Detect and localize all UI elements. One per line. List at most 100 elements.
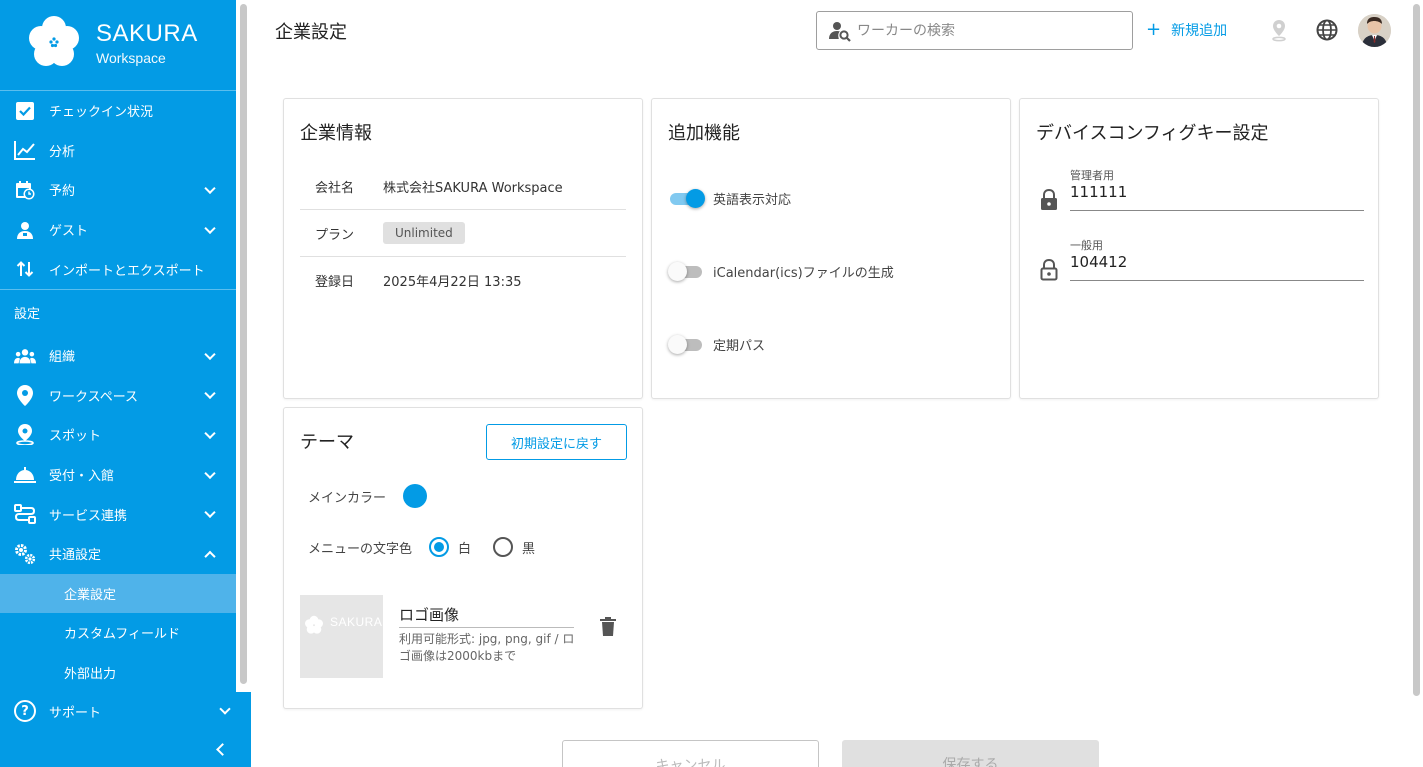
add-new-button[interactable]: + 新規追加 bbox=[1146, 20, 1227, 40]
company-name-value: 株式会社SAKURA Workspace bbox=[383, 180, 563, 196]
icalendar-setting: iCalendar(ics)ファイルの生成 bbox=[668, 261, 894, 281]
scrollbar-thumb[interactable] bbox=[240, 4, 247, 684]
logo-image-title: ロゴ画像 bbox=[399, 606, 460, 624]
admin-key-field[interactable]: 管理者用 111111 bbox=[1036, 167, 1364, 225]
chevron-down-icon bbox=[204, 506, 216, 519]
globe-icon[interactable] bbox=[1315, 18, 1339, 42]
chevron-down-icon bbox=[204, 182, 216, 195]
person-search-icon bbox=[829, 21, 851, 42]
sidebar-subitem-company-settings[interactable]: 企業設定 bbox=[0, 573, 236, 614]
toggle-label: iCalendar(ics)ファイルの生成 bbox=[713, 265, 894, 281]
chevron-down-icon bbox=[204, 467, 216, 479]
chevron-down-icon bbox=[204, 388, 216, 400]
brand-sub: Workspace bbox=[96, 50, 166, 66]
reception-bell-icon bbox=[14, 464, 36, 486]
english-display-setting: 英語表示対応 bbox=[668, 188, 791, 208]
logo-format-hint: 利用可能形式: jpg, png, gif / ロゴ画像は2000kbまで bbox=[399, 632, 575, 663]
chevron-down-icon bbox=[204, 427, 216, 440]
sidebar-item-analytics[interactable]: 分析 bbox=[0, 131, 236, 171]
admin-key-value[interactable]: 111111 bbox=[1070, 183, 1127, 201]
user-avatar[interactable] bbox=[1358, 14, 1391, 47]
sidebar-item-label: サポート bbox=[49, 705, 102, 721]
collapse-sidebar-icon[interactable] bbox=[214, 742, 228, 756]
radio-white[interactable] bbox=[429, 537, 450, 557]
save-button[interactable]: 保存する bbox=[842, 740, 1099, 767]
registered-date-row: 登録日 2025年4月22日 13:35 bbox=[300, 257, 626, 304]
sidebar-item-label: スポット bbox=[49, 429, 102, 445]
sidebar-subitem-custom-fields[interactable]: カスタムフィールド bbox=[0, 613, 236, 653]
reset-to-default-button[interactable]: 初期設定に戻す bbox=[486, 424, 627, 460]
sidebar-item-workspace[interactable]: ワークスペース bbox=[0, 376, 236, 416]
registered-date-key: 登録日 bbox=[315, 275, 355, 290]
theme-card: テーマ 初期設定に戻す メインカラー メニューの文字色 白 黒 SAKURA ロ… bbox=[283, 407, 643, 709]
worker-search[interactable] bbox=[816, 11, 1133, 50]
chevron-down-icon bbox=[204, 222, 216, 234]
main-scrollbar[interactable] bbox=[1410, 0, 1423, 767]
trash-icon[interactable] bbox=[600, 617, 616, 636]
plan-key: プラン bbox=[315, 227, 355, 243]
company-info-card: 企業情報 会社名 株式会社SAKURA Workspace プラン Unlimi… bbox=[283, 98, 643, 399]
sidebar-item-organization[interactable]: 組織 bbox=[0, 336, 236, 376]
cancel-button[interactable]: キャンセル bbox=[562, 740, 819, 767]
menu-text-color-row: メニューの文字色 白 黒 bbox=[308, 537, 535, 557]
lock-icon bbox=[1041, 189, 1057, 210]
settings-section-label: 設定 bbox=[14, 307, 41, 323]
additional-features-card: 追加機能 英語表示対応 iCalendar(ics)ファイルの生成 定期パス bbox=[651, 98, 1011, 399]
additional-features-title: 追加機能 bbox=[668, 123, 740, 144]
menu-text-color-label: メニューの文字色 bbox=[308, 541, 413, 557]
season-pass-toggle[interactable] bbox=[668, 334, 704, 354]
sidebar-item-checkin[interactable]: チェックイン状況 bbox=[0, 91, 236, 131]
search-input[interactable] bbox=[857, 22, 1117, 39]
sidebar-item-import-export[interactable]: インポートとエクスポート bbox=[0, 249, 236, 289]
sidebar: SAKURA Workspace チェックイン状況 分析 予約 ゲスト インポー… bbox=[0, 0, 236, 767]
sidebar-item-reservation[interactable]: 予約 bbox=[0, 170, 236, 210]
sidebar-item-label: ワークスペース bbox=[49, 389, 139, 405]
company-name-key: 会社名 bbox=[315, 180, 355, 196]
general-key-field[interactable]: 一般用 104412 bbox=[1036, 237, 1364, 295]
icalendar-toggle[interactable] bbox=[668, 261, 704, 281]
scrollbar-thumb[interactable] bbox=[1413, 4, 1420, 696]
brand[interactable]: SAKURA Workspace bbox=[26, 14, 226, 70]
season-pass-setting: 定期パス bbox=[668, 334, 765, 354]
add-new-label: 新規追加 bbox=[1171, 23, 1228, 39]
sidebar-subitem-external-output[interactable]: 外部出力 bbox=[0, 653, 236, 693]
chart-line-icon bbox=[14, 139, 36, 161]
lock-open-icon bbox=[1040, 259, 1058, 281]
device-config-key-card: デバイスコンフィグキー設定 管理者用 111111 一般用 104412 bbox=[1019, 98, 1379, 399]
sidebar-item-integration[interactable]: サービス連携 bbox=[0, 494, 236, 534]
plan-row: プラン Unlimited bbox=[300, 210, 626, 257]
sakura-logo-icon bbox=[29, 16, 79, 66]
main-color-label: メインカラー bbox=[308, 490, 387, 506]
calendar-clock-icon bbox=[14, 179, 36, 201]
sidebar-item-reception[interactable]: 受付・入館 bbox=[0, 455, 236, 495]
logo-preview[interactable]: SAKURA bbox=[300, 595, 383, 678]
sidebar-item-spot[interactable]: スポット bbox=[0, 415, 236, 455]
admin-key-label: 管理者用 bbox=[1070, 169, 1114, 182]
radio-black[interactable] bbox=[493, 537, 514, 557]
sidebar-scrollbar[interactable] bbox=[238, 0, 251, 767]
company-info-title: 企業情報 bbox=[300, 123, 372, 144]
chevron-down-icon bbox=[204, 348, 216, 360]
plan-badge: Unlimited bbox=[383, 221, 465, 244]
sidebar-nav: チェックイン状況 分析 予約 ゲスト インポートとエクスポート 設定 組織 ワー… bbox=[0, 90, 236, 692]
settings-gears-icon bbox=[14, 543, 36, 565]
sidebar-item-label: 共通設定 bbox=[49, 548, 102, 564]
device-config-key-title: デバイスコンフィグキー設定 bbox=[1036, 123, 1269, 144]
sidebar-item-support[interactable]: ? サポート bbox=[0, 692, 251, 730]
general-key-value[interactable]: 104412 bbox=[1070, 253, 1127, 271]
group-icon bbox=[14, 345, 36, 367]
main-color-swatch[interactable] bbox=[403, 484, 428, 508]
checkbox-icon bbox=[14, 100, 36, 122]
sidebar-item-label: チェックイン状況 bbox=[49, 105, 154, 121]
field-underline bbox=[1070, 280, 1364, 281]
chevron-down-icon bbox=[219, 703, 231, 715]
sidebar-item-guest[interactable]: ゲスト bbox=[0, 210, 236, 250]
toggle-label: 英語表示対応 bbox=[713, 192, 792, 208]
page-title: 企業設定 bbox=[275, 22, 347, 43]
english-display-toggle[interactable] bbox=[668, 188, 705, 208]
sidebar-item-common-settings[interactable]: 共通設定 bbox=[0, 534, 236, 574]
theme-title: テーマ bbox=[300, 432, 354, 453]
location-pin-icon[interactable] bbox=[1267, 18, 1291, 42]
sakura-logo-placeholder-icon bbox=[305, 615, 323, 634]
sidebar-item-label: 組織 bbox=[49, 350, 76, 366]
